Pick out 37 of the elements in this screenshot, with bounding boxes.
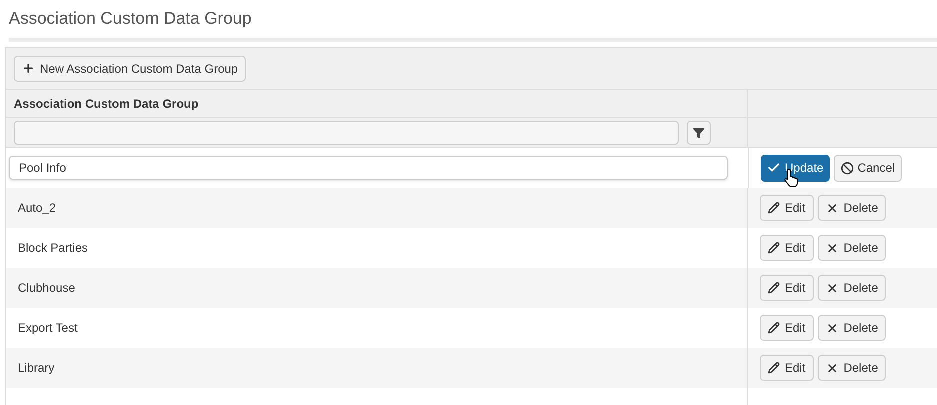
close-icon: [826, 242, 839, 254]
close-icon: [826, 362, 839, 374]
table-cell-text: Library: [18, 360, 55, 377]
update-button[interactable]: Update: [761, 154, 830, 182]
pencil-icon: [768, 242, 780, 254]
filter-button[interactable]: [687, 120, 711, 144]
delete-button[interactable]: Delete: [818, 235, 886, 261]
table-cell-text: Export Test: [18, 320, 78, 337]
check-icon: [767, 161, 781, 175]
plus-icon: [22, 62, 35, 75]
pencil-icon: [768, 362, 780, 374]
filter-input[interactable]: [14, 120, 679, 144]
edit-button[interactable]: Edit: [760, 235, 814, 261]
new-group-button[interactable]: New Association Custom Data Group: [14, 56, 246, 82]
pencil-icon: [768, 282, 780, 294]
delete-button[interactable]: Delete: [818, 275, 886, 301]
close-icon: [826, 322, 839, 334]
edit-button[interactable]: Edit: [760, 195, 814, 221]
close-icon: [826, 282, 839, 294]
cancel-button[interactable]: Cancel: [834, 154, 902, 182]
edit-button[interactable]: Edit: [760, 355, 814, 381]
table-cell-text: Block Parties: [18, 240, 88, 257]
delete-button[interactable]: Delete: [818, 195, 886, 221]
pencil-icon: [768, 322, 780, 334]
table-cell-text: Clubhouse: [18, 280, 76, 297]
edit-button[interactable]: Edit: [760, 275, 814, 301]
name-input[interactable]: Pool Info: [9, 156, 728, 180]
cancel-icon: [840, 162, 854, 174]
pencil-icon: [768, 202, 780, 214]
filter-icon: [693, 126, 705, 138]
column-header[interactable]: Association Custom Data Group: [14, 94, 199, 112]
edit-button[interactable]: Edit: [760, 315, 814, 341]
delete-button[interactable]: Delete: [818, 355, 886, 381]
close-icon: [826, 202, 839, 214]
page-title: Association Custom Data Group: [9, 8, 252, 30]
table-cell-text: Auto_2: [18, 200, 56, 217]
delete-button[interactable]: Delete: [818, 315, 886, 341]
